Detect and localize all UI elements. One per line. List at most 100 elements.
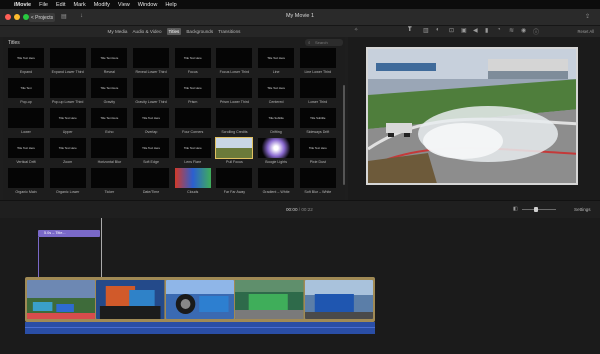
noise-reduction-icon[interactable]: ≋: [509, 27, 514, 34]
title-tile[interactable]: Clouds: [174, 168, 211, 198]
title-tile[interactable]: Organic Lower: [49, 168, 86, 198]
tab-my-media[interactable]: My Media: [108, 29, 128, 34]
timeline-zoom-slider[interactable]: [522, 207, 556, 212]
search-input[interactable]: ⌕ Search: [305, 39, 343, 46]
video-clip[interactable]: [304, 280, 374, 319]
title-thumbnail: Title Text Here: [299, 138, 336, 158]
menu-edit[interactable]: Edit: [56, 2, 65, 8]
magic-wand-icon[interactable]: ✧: [354, 27, 358, 33]
title-tile[interactable]: Title Subtitle Sideways Drift: [299, 108, 336, 138]
tab-transitions[interactable]: Transitions: [218, 29, 240, 34]
equalizer-icon[interactable]: ▮: [485, 27, 488, 34]
title-tile-label: Focus: [187, 70, 198, 74]
video-clip[interactable]: [27, 280, 96, 319]
title-tile[interactable]: Title Text Here Line: [258, 48, 295, 78]
clip-filter-icon[interactable]: ◉: [521, 27, 526, 34]
title-tile[interactable]: Soft Blur – White: [299, 168, 336, 198]
title-thumbnail: [258, 138, 295, 158]
title-tile[interactable]: Gradient – White: [258, 168, 295, 198]
video-clip[interactable]: [165, 280, 235, 319]
title-tile[interactable]: Pop-up Lower Third: [49, 78, 86, 108]
title-tile[interactable]: Title Text Pop-up: [8, 78, 44, 108]
title-tile-label: Soft Edge: [143, 160, 159, 164]
title-tile-label: Gravity Lower Third: [135, 100, 167, 104]
title-tile[interactable]: Pull Focus: [215, 137, 254, 168]
title-tile[interactable]: Title Text Here Upper: [49, 108, 86, 138]
menu-help[interactable]: Help: [165, 2, 176, 8]
title-tile[interactable]: Boogie Lights: [258, 138, 295, 168]
menu-file[interactable]: File: [39, 2, 48, 8]
share-icon[interactable]: ⇪: [585, 13, 590, 20]
title-text-icon[interactable]: T: [408, 27, 412, 33]
menu-modify[interactable]: Modify: [94, 2, 110, 8]
video-clip[interactable]: [96, 280, 165, 319]
info-icon[interactable]: ⓘ: [533, 27, 539, 36]
title-thumbnail: [8, 108, 44, 128]
stabilization-icon[interactable]: ▣: [461, 27, 467, 34]
reset-all-button[interactable]: Reset All: [577, 29, 594, 34]
title-tile-label: Boogie Lights: [265, 160, 288, 164]
menu-app-name[interactable]: iMovie: [14, 2, 31, 8]
title-tile-label: Prism Lower Third: [219, 100, 249, 104]
title-tile[interactable]: Focus Lower Third: [216, 48, 253, 78]
titles-browser: Titles ⌕ Search Title Text Here Expand Exp…: [3, 37, 345, 200]
title-tile[interactable]: Title Text Here Echo: [91, 108, 128, 138]
title-tile[interactable]: Title Text Here Lens Flare: [174, 138, 211, 168]
title-tile[interactable]: Title Text Here Soft Edge: [133, 138, 170, 168]
title-tile-label: Gravity: [103, 100, 116, 104]
title-tile[interactable]: Title Text Here Pixie Dust: [299, 138, 336, 168]
title-tile-label: Pop-up Lower Third: [51, 100, 84, 104]
title-tile[interactable]: Prism Lower Third: [216, 78, 253, 108]
title-tile[interactable]: Title Text Here Vertical Drift: [8, 138, 44, 168]
settings-button[interactable]: Settings: [574, 207, 591, 212]
title-tile[interactable]: Title Text Here Focus: [174, 48, 211, 78]
title-tile[interactable]: Reveal Lower Third: [133, 48, 170, 78]
title-tile[interactable]: Lower Third: [299, 78, 336, 108]
title-tile[interactable]: Title Text Here Prism: [174, 78, 211, 108]
thumbnail-text: Title Text Here: [142, 146, 160, 150]
total-time: 00:22: [301, 207, 313, 212]
title-tile[interactable]: Horizontal Blur: [91, 138, 128, 168]
color-balance-icon[interactable]: ▥: [423, 27, 429, 34]
title-tile[interactable]: Expand Lower Third: [49, 48, 86, 78]
waveform-icon[interactable]: ◧: [513, 206, 518, 212]
title-tile[interactable]: Scrolling Credits: [216, 108, 253, 138]
speed-icon[interactable]: ◔: [497, 27, 501, 33]
tab-backgrounds[interactable]: Backgrounds: [186, 29, 213, 34]
title-thumbnail: Title Subtitle: [299, 108, 336, 128]
title-tile[interactable]: Title Text Here Centered: [258, 78, 295, 108]
title-tile[interactable]: Lower: [8, 108, 44, 138]
title-thumbnail: [215, 137, 254, 159]
title-tile[interactable]: Title Text Here Gravity: [91, 78, 128, 108]
tab-titles[interactable]: Titles: [166, 28, 182, 35]
title-clip[interactable]: 5.0s – Title...: [38, 230, 100, 237]
browser-scrollbar[interactable]: [343, 85, 345, 185]
thumbnail-text: Title Text Here: [308, 146, 327, 150]
crop-icon[interactable]: ⊡: [449, 27, 454, 34]
thumbnail-text: Title Text Here: [183, 86, 202, 90]
title-tile[interactable]: Organic Main: [8, 168, 44, 198]
audio-track[interactable]: [25, 322, 375, 334]
title-tile[interactable]: Ticker: [91, 168, 128, 198]
title-tile[interactable]: Title Text Here Zoom: [49, 138, 86, 168]
title-tile[interactable]: Four Corners: [174, 108, 211, 138]
playback-bar: 00:00 / 00:22 ◧ Settings: [0, 200, 600, 218]
title-tile[interactable]: Title Text Here Expand: [8, 48, 44, 78]
title-tile[interactable]: Far Far Away: [216, 168, 253, 198]
menu-window[interactable]: Window: [138, 2, 158, 8]
color-correction-icon[interactable]: ◐: [436, 27, 440, 33]
tab-audio-video[interactable]: Audio & Video: [132, 29, 161, 34]
title-tile-label: Gradient – White: [262, 190, 290, 194]
title-tile[interactable]: Gravity Lower Third: [133, 78, 170, 108]
title-tile[interactable]: Line Lower Third: [299, 48, 336, 78]
title-tile[interactable]: Title Subtitle Drifting: [258, 108, 295, 138]
menu-view[interactable]: View: [118, 2, 130, 8]
title-tile[interactable]: Date/Time: [133, 168, 170, 198]
menu-mark[interactable]: Mark: [73, 2, 85, 8]
volume-icon[interactable]: ◀: [473, 27, 478, 34]
video-clip[interactable]: [235, 280, 304, 319]
title-tile-label: Upper: [62, 130, 73, 134]
zoom-slider-knob[interactable]: [534, 207, 538, 212]
title-tile[interactable]: Title Text Here Reveal: [91, 48, 128, 78]
title-tile[interactable]: Title Text Here Overlap: [133, 108, 170, 138]
